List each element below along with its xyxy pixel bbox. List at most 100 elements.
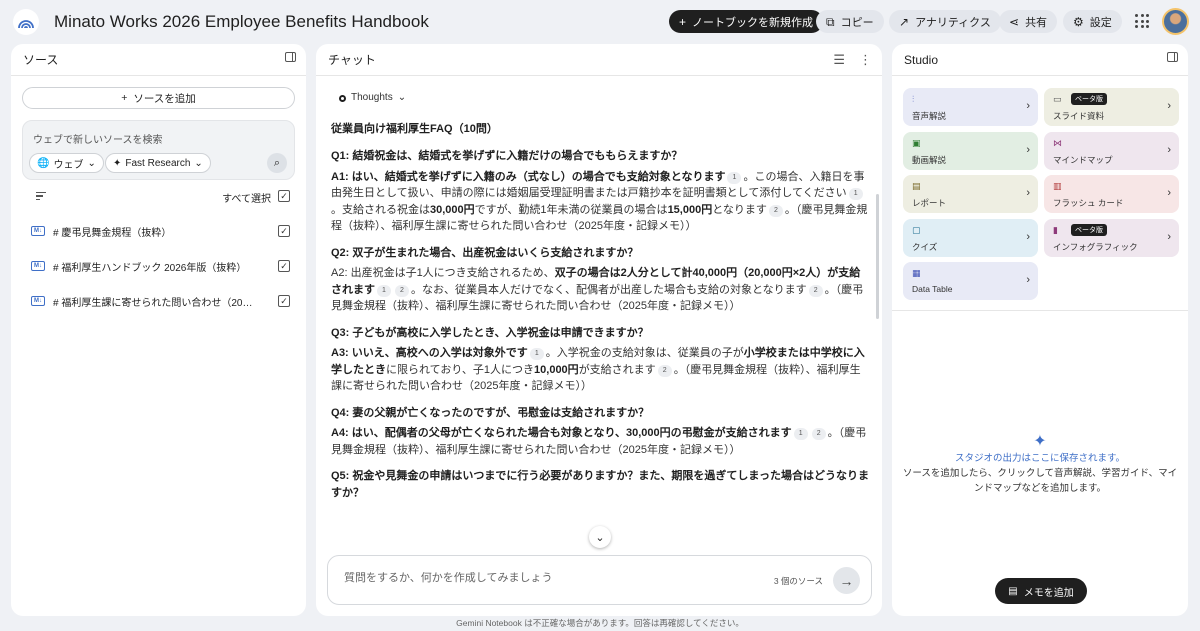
faq-list: Q1: 結婚祝金は、結婚式を挙げずに入籍だけの場合でももらえますか？ A1: はい… (331, 148, 871, 501)
studio-title: Studio (904, 52, 939, 67)
studio-tile[interactable]: ▮ ベータ版 インフォグラフィック › (1044, 218, 1179, 257)
faq-question: Q2: 双子が生まれた場合、出産祝金はいくら支給されますか？ (331, 246, 639, 259)
filter-icon[interactable] (36, 192, 46, 202)
report-icon: ▤ (912, 181, 921, 191)
note-icon: ▤ (1008, 585, 1018, 597)
research-chip[interactable]: ✦ Fast Research ⌄ (105, 153, 211, 173)
web-source-search[interactable]: ウェブで新しいソースを検索 🌐 ウェブ ⌄ ✦ Fast Research ⌄ … (22, 120, 295, 180)
chat-panel: チャット ☰ ⋮ Thoughts ⌄ 従業員向け福利厚生FAQ（10問） Q1… (316, 44, 882, 616)
collapse-panel-icon[interactable] (285, 52, 296, 62)
answer-bold-text: 10,000円 (534, 363, 579, 376)
settings-button[interactable]: ⚙ 設定 (1063, 10, 1122, 33)
chevron-right-icon: › (1167, 143, 1171, 156)
search-submit-icon[interactable]: ⌕ (267, 153, 287, 173)
citation-chip[interactable]: 1 (793, 428, 808, 440)
copy-button[interactable]: ⧉ コピー (816, 10, 884, 33)
chat-input[interactable] (344, 572, 724, 584)
tune-icon[interactable]: ☰ (833, 52, 845, 68)
studio-tile[interactable]: ▢ クイズ › (903, 218, 1038, 257)
more-vert-icon[interactable]: ⋮ (859, 52, 872, 68)
select-all-checkbox[interactable]: ✓ (278, 190, 290, 202)
web-chip[interactable]: 🌐 ウェブ ⌄ (29, 153, 104, 173)
studio-empty-state: ✦ スタジオの出力はここに保存されます。 ソースを追加したら、クリックして音声解… (892, 434, 1188, 496)
add-source-button[interactable]: + ソースを追加 (22, 87, 295, 109)
studio-tile-label: インフォグラフィック (1053, 241, 1138, 252)
citation-chip[interactable]: 2 (808, 284, 823, 297)
chevron-right-icon: › (1026, 100, 1030, 112)
answer-text: が支給されます (578, 363, 656, 376)
analytics-icon: ↗ (899, 14, 910, 29)
answer-text: 。支給される祝金は (331, 203, 430, 216)
thoughts-icon (339, 94, 346, 102)
studio-tile[interactable]: ⫶ 音声解説 › (903, 88, 1038, 126)
chevron-right-icon: › (1026, 187, 1030, 199)
add-source-label: ソースを追加 (133, 92, 196, 105)
source-checkbox[interactable]: ✓ (278, 260, 290, 272)
add-note-label: メモを追加 (1023, 587, 1074, 599)
source-name: # 慶弔見舞金規程（抜粋） (53, 227, 172, 239)
settings-label: 設定 (1089, 16, 1112, 29)
source-item[interactable]: M↓ # 福利厚生課に寄せられた問い合わせ（2025年度・記録メモ） ✓ (22, 292, 295, 310)
citation-chip[interactable]: 1 (377, 284, 391, 297)
avatar[interactable] (1162, 8, 1189, 35)
faq-answer: A1: はい、結婚式を挙げずに入籍のみ（式なし）の場合でも支給対象となります 1。… (331, 169, 871, 235)
citation-chip[interactable]: 2 (657, 364, 672, 377)
notebook-title[interactable]: Minato Works 2026 Employee Benefits Hand… (54, 12, 429, 32)
flashcard-icon: ▥ (1053, 181, 1062, 191)
citation-chip[interactable]: 1 (848, 188, 863, 200)
source-checkbox[interactable]: ✓ (278, 225, 290, 237)
scroll-down-button[interactable]: ⌄ (589, 526, 611, 548)
thoughts-toggle[interactable]: Thoughts ⌄ (339, 90, 406, 107)
apps-grid-icon[interactable] (1135, 14, 1149, 28)
answer-text: 。なお、従業員本人だけでなく、配偶者が出産した場合も支給の対象となります (411, 283, 807, 296)
scrollbar[interactable] (876, 194, 879, 319)
citation-chip[interactable]: 2 (395, 284, 409, 297)
add-note-button[interactable]: ▤ メモを追加 (995, 578, 1087, 604)
chevron-right-icon: › (1167, 187, 1171, 199)
faq-answer: A4: はい、配偶者の父母が亡くなられた場合も対象となり、30,000円の弔慰金… (331, 425, 871, 458)
chevron-down-icon: ⌄ (194, 157, 203, 169)
faq-title: 従業員向け福利厚生FAQ（10問） (331, 122, 498, 135)
citation-chip[interactable]: 1 (727, 171, 742, 184)
infographic-icon: ▮ (1053, 224, 1058, 235)
search-placeholder[interactable]: ウェブで新しいソースを検索 (33, 131, 163, 146)
new-notebook-button[interactable]: + ノートブックを新規作成 (669, 10, 824, 33)
empty-description: ソースを追加したら、クリックして音声解説、学習ガイド、マインドマップなどを追加し… (902, 468, 1178, 494)
answer-text: に限られており、子1人につき (386, 363, 535, 376)
slides-icon: ▭ (1053, 94, 1062, 104)
studio-tile[interactable]: ▣ 動画解説 › (903, 131, 1038, 170)
chevron-right-icon: › (1167, 100, 1171, 112)
studio-tile-label: スライド資料 (1053, 111, 1105, 121)
studio-tile[interactable]: ▤ レポート › (903, 175, 1038, 213)
magic-wand-icon: ✦ (1033, 433, 1047, 450)
chat-input-box: 3 個のソース → (327, 555, 872, 605)
analytics-button[interactable]: ↗ アナリティクス (889, 10, 1001, 33)
citation-chip[interactable]: 2 (811, 428, 826, 440)
waveform-icon: ⫶ (912, 94, 915, 104)
faq-answer: A3: いいえ、高校への入学は対象外です 1 。入学祝金の支給対象は、従業員の子が小… (331, 345, 871, 395)
send-arrow-icon[interactable]: → (833, 567, 860, 594)
source-checkbox[interactable]: ✓ (278, 295, 290, 307)
studio-tile[interactable]: ▭ ベータ版 スライド資料 › (1044, 88, 1179, 126)
globe-icon: 🌐 (37, 157, 50, 169)
markdown-file-icon: M↓ (31, 261, 45, 271)
app-logo-icon[interactable] (13, 9, 39, 35)
citation-chip[interactable]: 1 (529, 348, 544, 360)
studio-header: Studio (892, 44, 1188, 76)
studio-tile-label: Data Table (912, 284, 953, 294)
studio-tile[interactable]: ▥ フラッシュ カード › (1044, 175, 1179, 213)
source-item[interactable]: M↓ # 福利厚生ハンドブック 2026年版（抜粋） ✓ (22, 257, 295, 275)
share-label: 共有 (1025, 16, 1048, 29)
answer-bold-text: A4: はい、配偶者の父母が亡くなられた場合も対象となり、30,000円の弔慰金… (331, 427, 792, 439)
studio-tile-label: フラッシュ カード (1053, 198, 1124, 208)
studio-tile[interactable]: ▦ Data Table › (903, 262, 1038, 300)
citation-chip[interactable]: 2 (768, 204, 783, 217)
chat-messages[interactable]: Thoughts ⌄ 従業員向け福利厚生FAQ（10問） Q1: 結婚祝金は、結… (331, 90, 871, 560)
beta-badge: ベータ版 (1071, 223, 1107, 236)
share-button[interactable]: ⋖ 共有 (999, 10, 1058, 33)
collapse-panel-icon[interactable] (1167, 52, 1178, 62)
divider (892, 310, 1188, 311)
studio-tile[interactable]: ⋈ マインドマップ › (1044, 131, 1179, 170)
mindmap-icon: ⋈ (1053, 137, 1062, 148)
source-item[interactable]: M↓ # 慶弔見舞金規程（抜粋） ✓ (22, 222, 295, 240)
